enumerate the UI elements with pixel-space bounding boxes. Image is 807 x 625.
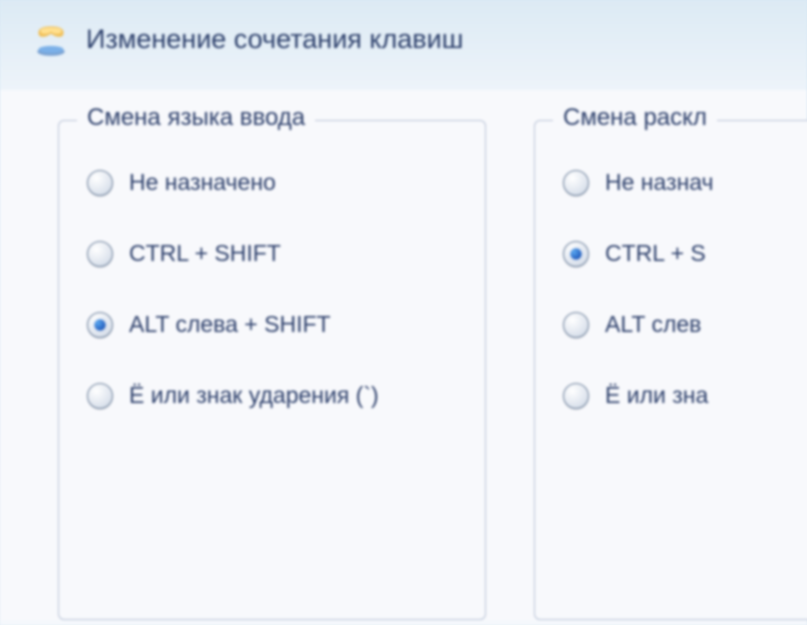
radio-option-grave-left[interactable]: Ё или знак ударения (`) <box>87 382 457 409</box>
radio-label: CTRL + SHIFT <box>129 240 281 267</box>
radio-icon <box>87 383 113 409</box>
content-area: Смена языка ввода Не назначено CTRL + SH… <box>0 90 807 620</box>
title-bar: Изменение сочетания клавиш <box>0 0 807 90</box>
radio-option-not-assigned-left[interactable]: Не назначено <box>87 169 457 196</box>
hotkey-icon <box>30 18 72 60</box>
radio-icon <box>563 170 589 196</box>
radio-label: ALT слева + SHIFT <box>129 311 331 338</box>
radio-option-not-assigned-right[interactable]: Не назнач <box>563 169 807 196</box>
radio-icon <box>563 383 589 409</box>
radio-label: Не назначено <box>129 169 276 196</box>
dialog-title: Изменение сочетания клавиш <box>86 24 463 55</box>
group-title-left: Смена языка ввода <box>77 104 315 132</box>
group-title-right: Смена раскл <box>553 104 717 132</box>
radio-option-alt-shift-right[interactable]: ALT слев <box>563 311 807 338</box>
dialog-window: Изменение сочетания клавиш Смена языка в… <box>0 0 807 625</box>
radio-label: Не назнач <box>605 169 714 196</box>
radio-label: CTRL + S <box>605 240 706 267</box>
radio-label: ALT слев <box>605 311 701 338</box>
radio-label: Ё или знак ударения (`) <box>129 382 379 409</box>
radio-icon-selected <box>87 312 113 338</box>
radio-option-grave-right[interactable]: Ё или зна <box>563 382 807 409</box>
input-language-group: Смена языка ввода Не назначено CTRL + SH… <box>58 120 486 620</box>
radio-icon <box>87 241 113 267</box>
radio-option-ctrl-shift-right[interactable]: CTRL + S <box>563 240 807 267</box>
radio-option-ctrl-shift-left[interactable]: CTRL + SHIFT <box>87 240 457 267</box>
radio-icon <box>563 312 589 338</box>
radio-option-alt-shift-left[interactable]: ALT слева + SHIFT <box>87 311 457 338</box>
keyboard-layout-group: Смена раскл Не назнач CTRL + S ALT слев … <box>534 120 807 620</box>
radio-icon <box>87 170 113 196</box>
radio-label: Ё или зна <box>605 382 708 409</box>
radio-icon-selected <box>563 241 589 267</box>
